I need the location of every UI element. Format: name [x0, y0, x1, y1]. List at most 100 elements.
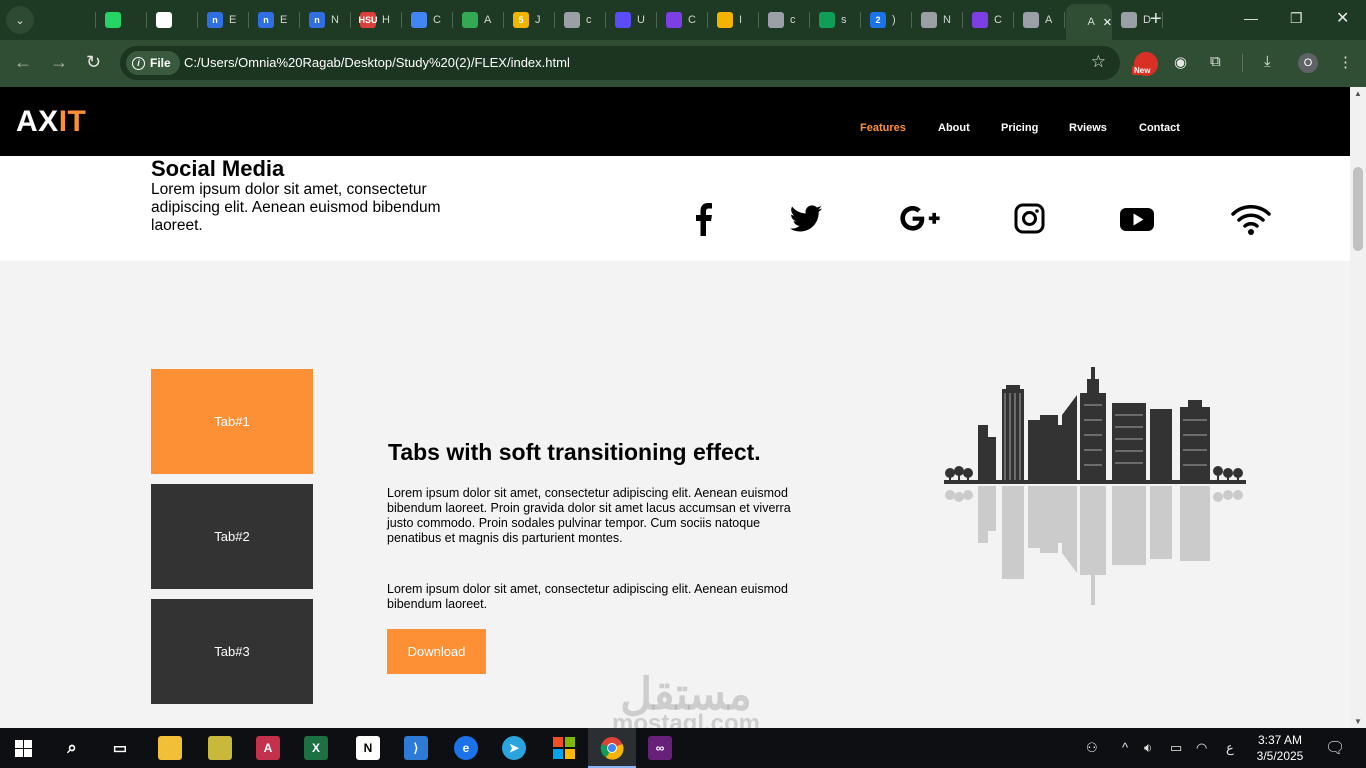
browser-tab[interactable]: 2) [862, 6, 912, 34]
browser-tab[interactable]: I [709, 6, 759, 34]
globe-icon [1023, 12, 1039, 28]
menu-kebab-icon[interactable]: ⋮ [1338, 53, 1353, 71]
new-badge: New [1132, 66, 1153, 75]
wifi-icon[interactable] [1231, 202, 1271, 236]
slides-icon [717, 12, 733, 28]
windows-start-icon[interactable] [15, 740, 32, 757]
scroll-up-arrow-icon[interactable]: ▲ [1354, 89, 1362, 98]
network-icon[interactable]: ◠ [1196, 740, 1207, 756]
browser-tab[interactable]: c [556, 6, 606, 34]
windows-taskbar: ⌕ ▭ A X N ⟩ e ➤ ∞ ⚇ ^ 🔉︎ ▭ ◠ ع 3:37 AM 3… [0, 728, 1366, 768]
tab-2[interactable]: Tab#2 [151, 484, 313, 589]
browser-tab[interactable]: C [964, 6, 1014, 34]
nav-contact[interactable]: Contact [1139, 122, 1180, 134]
social-title: Social Media [151, 156, 285, 181]
globe-icon [564, 12, 580, 28]
telegram-icon[interactable]: ➤ [502, 736, 526, 760]
browser-tab[interactable]: N [913, 6, 963, 34]
browser-tab[interactable]: nE [199, 6, 249, 34]
tab-1[interactable]: Tab#1 [151, 369, 313, 474]
browser-tab[interactable]: nN [301, 6, 351, 34]
task-view-icon[interactable]: ▭ [108, 736, 132, 760]
nav-about[interactable]: About [938, 122, 970, 134]
excel-icon[interactable]: X [304, 736, 328, 760]
browser-tab[interactable] [97, 6, 147, 34]
instagram-icon[interactable] [1012, 202, 1048, 236]
forward-button[interactable]: → [50, 52, 68, 72]
vscode-icon[interactable]: ⟩ [404, 736, 428, 760]
browser-tab[interactable]: c [760, 6, 810, 34]
browser-tab[interactable] [148, 6, 198, 34]
nav-features[interactable]: Features [860, 122, 906, 134]
browser-tab[interactable]: 5J [505, 6, 555, 34]
tab-title: E [229, 14, 237, 26]
twitter-icon[interactable] [788, 202, 824, 236]
download-button[interactable]: Download [387, 629, 486, 674]
back-button[interactable]: ← [14, 52, 32, 72]
volume-icon[interactable]: 🔉︎ [1144, 740, 1152, 756]
scroll-down-arrow-icon[interactable]: ▼ [1354, 717, 1362, 726]
browser-tab[interactable]: C [403, 6, 453, 34]
notifications-icon[interactable]: 🗨︎ [1325, 738, 1345, 758]
url-text[interactable]: C:/Users/Omnia%20Ragab/Desktop/Study%20(… [184, 55, 570, 70]
tab-separator [197, 12, 198, 28]
browser-tab[interactable]: HSU H [352, 6, 402, 34]
nav-pricing[interactable]: Pricing [1001, 122, 1038, 134]
browser-tab[interactable] [46, 6, 96, 34]
tab-3[interactable]: Tab#3 [151, 599, 313, 704]
address-bar[interactable]: i File C:/Users/Omnia%20Ragab/Desktop/St… [120, 46, 1120, 80]
new-tab-button[interactable]: + [1150, 9, 1162, 29]
browser-tab[interactable]: A ✕ [1066, 4, 1112, 40]
people-icon[interactable]: ⚇ [1086, 740, 1098, 756]
tab-title: H [382, 14, 390, 26]
language-indicator[interactable]: ع [1226, 740, 1234, 756]
minimize-button[interactable]: — [1244, 10, 1258, 26]
extension-eyes-icon[interactable]: ◉ [1174, 53, 1187, 71]
visual-studio-icon[interactable]: ∞ [648, 736, 672, 760]
close-tab-icon[interactable]: ✕ [1103, 16, 1112, 29]
app-sticky-icon[interactable] [208, 736, 232, 760]
toolbar-divider [1242, 54, 1243, 72]
battery-icon[interactable]: ▭ [1170, 740, 1182, 756]
browser-tab[interactable]: U [607, 6, 657, 34]
youtube-icon[interactable] [1119, 202, 1155, 236]
notion-icon[interactable]: N [356, 736, 380, 760]
download-icon[interactable]: ⤓ [1264, 53, 1271, 70]
watermark-latin: mostaql.com [611, 710, 761, 729]
tab-title: N [943, 14, 951, 26]
tab-search-button[interactable]: ⌄ [6, 6, 34, 34]
search-icon[interactable]: ⌕ [60, 736, 84, 760]
file-explorer-icon[interactable] [158, 736, 182, 760]
browser-tab[interactable]: A [1015, 6, 1065, 34]
close-window-button[interactable]: ✕ [1336, 8, 1349, 28]
analytics-icon [411, 12, 427, 28]
facebook-icon[interactable] [686, 202, 722, 236]
microsoft-store-icon[interactable] [552, 736, 576, 760]
extension-icon[interactable]: New [1132, 52, 1158, 76]
tab-separator [656, 12, 657, 28]
browser-tab[interactable]: A [454, 6, 504, 34]
site-info-chip[interactable]: i File [126, 51, 180, 75]
profile-avatar[interactable]: O [1298, 53, 1318, 73]
clock[interactable]: 3:37 AM 3/5/2025 [1253, 732, 1307, 764]
browser-tab[interactable]: nE [250, 6, 300, 34]
page-scrollbar[interactable]: ▲ ▼ [1350, 87, 1366, 728]
chip-label: File [150, 56, 171, 70]
scroll-thumb[interactable] [1353, 167, 1363, 251]
n-icon: n [309, 12, 325, 28]
browser-tab[interactable]: C [658, 6, 708, 34]
whatsapp-icon [105, 12, 121, 28]
tray-chevron-icon[interactable]: ^ [1122, 740, 1128, 755]
site-logo[interactable]: AXIT [16, 105, 86, 139]
bookmark-star-icon[interactable]: ☆ [1091, 52, 1106, 72]
extensions-puzzle-icon[interactable]: ⧉ [1210, 53, 1221, 70]
chrome-icon[interactable] [600, 736, 624, 760]
access-icon[interactable]: A [256, 736, 280, 760]
google-plus-icon[interactable] [900, 202, 940, 236]
reload-button[interactable]: ↻ [86, 52, 101, 72]
restore-button[interactable]: ❐ [1290, 10, 1303, 27]
edge-icon[interactable]: e [454, 736, 478, 760]
browser-tab[interactable]: s [811, 6, 861, 34]
nav-reviews[interactable]: Rviews [1069, 122, 1107, 134]
globe-icon [768, 12, 784, 28]
